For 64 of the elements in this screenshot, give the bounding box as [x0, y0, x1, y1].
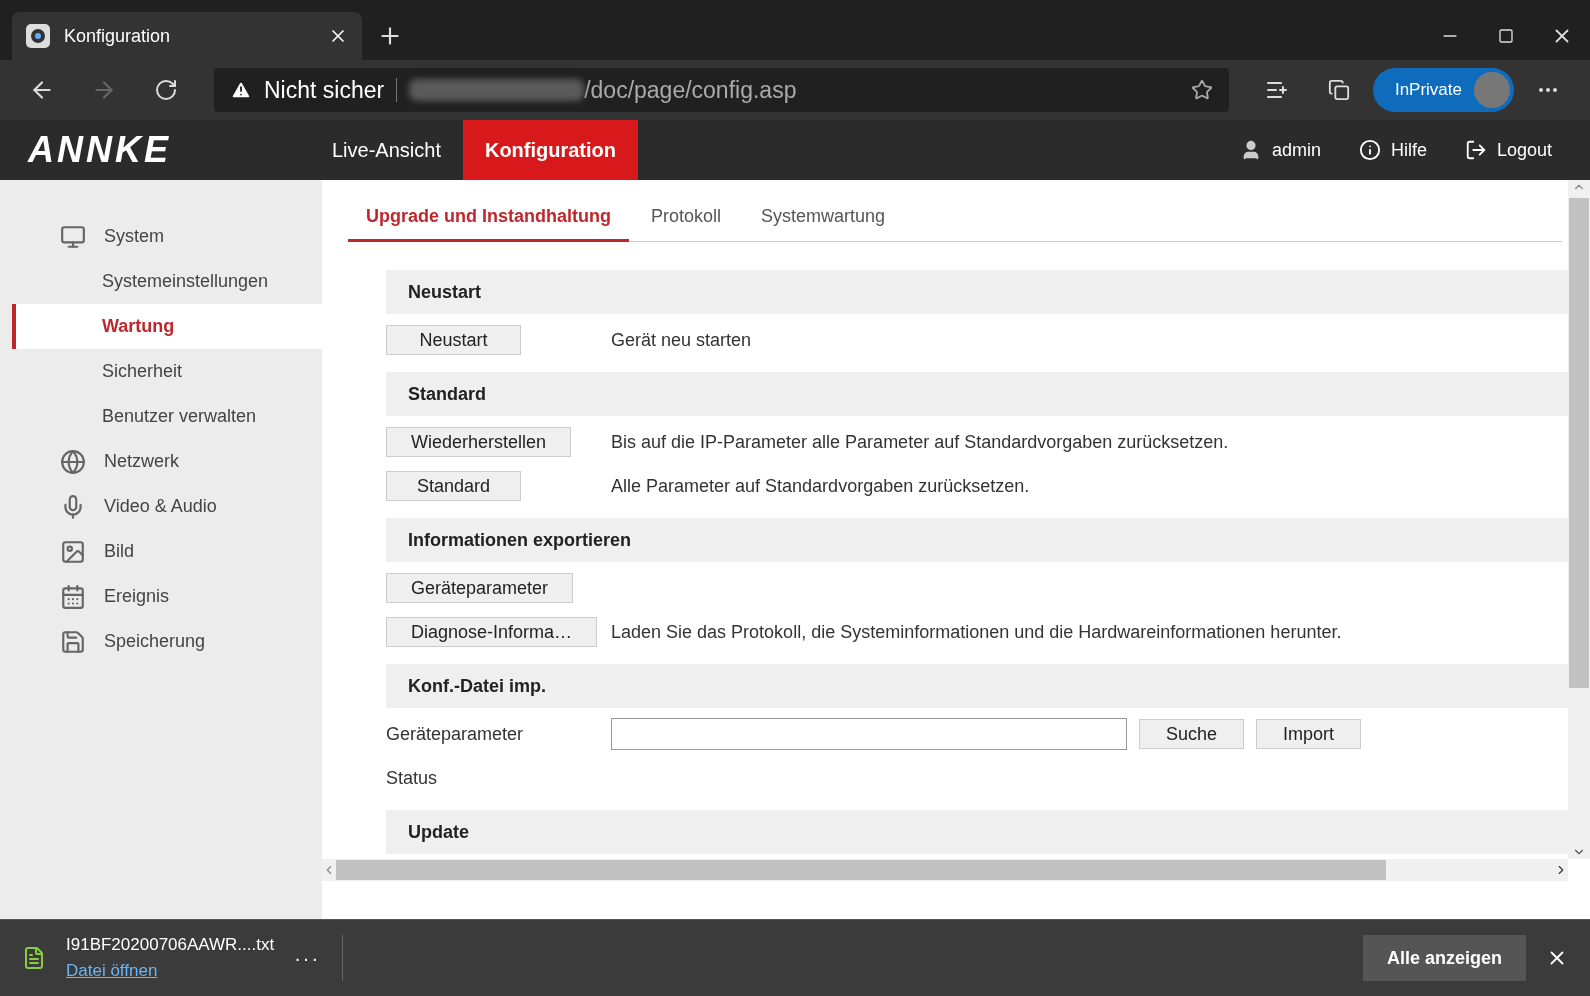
address-bar[interactable]: Nicht sicher /doc/page/config.asp [214, 68, 1229, 112]
sidebar-subitem[interactable]: Benutzer verwalten [12, 394, 322, 439]
file-path-field[interactable] [611, 718, 1127, 750]
horizontal-scrollbar[interactable] [322, 859, 1568, 881]
section-header: Standard [386, 372, 1568, 416]
help-link[interactable]: Hilfe [1358, 120, 1427, 180]
section-header: Update [386, 810, 1568, 854]
maximize-icon[interactable] [1498, 28, 1514, 44]
action-button[interactable]: Standard [386, 471, 521, 501]
favorite-star-icon[interactable] [1190, 79, 1213, 101]
user-link[interactable]: admin [1239, 120, 1321, 180]
vertical-scrollbar[interactable] [1568, 180, 1590, 859]
section-header: Informationen exportieren [386, 518, 1568, 562]
logout-icon [1464, 139, 1487, 161]
address-text: /doc/page/config.asp [584, 76, 797, 104]
section-header: Konf.-Datei imp. [386, 664, 1568, 708]
sidebar-icon [60, 583, 86, 610]
reload-icon[interactable] [154, 78, 178, 102]
tab[interactable]: Protokoll [633, 198, 740, 242]
status-label: Status [386, 767, 438, 789]
sidebar-subitem[interactable]: Systemeinstellungen [12, 259, 322, 304]
action-button[interactable]: Geräteparameter [386, 573, 574, 603]
action-button[interactable]: Suche [1139, 719, 1244, 749]
action-button[interactable]: Import [1256, 719, 1361, 749]
camera-icon [26, 24, 50, 48]
show-all-button[interactable]: Alle anzeigen [1362, 935, 1526, 981]
sidebar-icon [60, 448, 86, 475]
avatar [1474, 72, 1510, 108]
sidebar-item[interactable]: Netzwerk [12, 439, 322, 484]
sidebar-item[interactable]: Video & Audio [12, 484, 322, 529]
tab[interactable]: Upgrade und Instandhaltung [348, 198, 629, 242]
file-name: I91BF20200706AAWR....txt [66, 935, 275, 955]
inprivate-button[interactable]: InPrivate [1372, 68, 1514, 112]
warning-icon [230, 79, 252, 101]
description-text: Laden Sie das Protokoll, die Systeminformationen und die Hardwareinformationen herunter. [611, 621, 1342, 643]
browser-tab[interactable]: Konfiguration [12, 12, 362, 60]
sidebar-icon [60, 628, 86, 655]
action-button[interactable]: Diagnose-Informa… [386, 617, 598, 647]
security-label: Nicht sicher [264, 76, 385, 104]
description-text: Gerät neu starten [611, 329, 752, 351]
sidebar-icon [60, 223, 86, 250]
logout-link[interactable]: Logout [1464, 120, 1552, 180]
sidebar-icon [60, 538, 86, 565]
nav-tab[interactable]: Live-Ansicht [310, 120, 463, 180]
open-file-link[interactable]: Datei öffnen [66, 961, 275, 981]
sidebar-item[interactable]: Bild [12, 529, 322, 574]
description-text: Bis auf die IP-Parameter alle Parameter auf Standardvorgaben zurücksetzen. [611, 431, 1229, 453]
section-header: Neustart [386, 270, 1568, 314]
more-button[interactable]: ··· [294, 935, 344, 981]
sidebar-subitem[interactable]: Wartung [12, 304, 322, 349]
action-button[interactable]: Wiederherstellen [386, 427, 572, 457]
collections-icon[interactable] [1327, 79, 1350, 101]
action-button[interactable]: Neustart [386, 325, 521, 355]
logo: ANNKE [26, 128, 172, 172]
sidebar-subitem[interactable]: Sicherheit [12, 349, 322, 394]
description-text: Alle Parameter auf Standardvorgaben zurücksetzen. [611, 475, 1030, 497]
field-label: Geräteparameter [386, 723, 524, 744]
nav-tab[interactable]: Konfiguration [462, 120, 639, 180]
file-icon [22, 946, 46, 970]
sidebar-item[interactable]: Ereignis [12, 574, 322, 619]
info-icon [1358, 139, 1381, 161]
sidebar-item[interactable]: Speicherung [12, 619, 322, 664]
sidebar-item[interactable]: System [12, 214, 322, 259]
tab[interactable]: Systemwartung [743, 198, 904, 242]
